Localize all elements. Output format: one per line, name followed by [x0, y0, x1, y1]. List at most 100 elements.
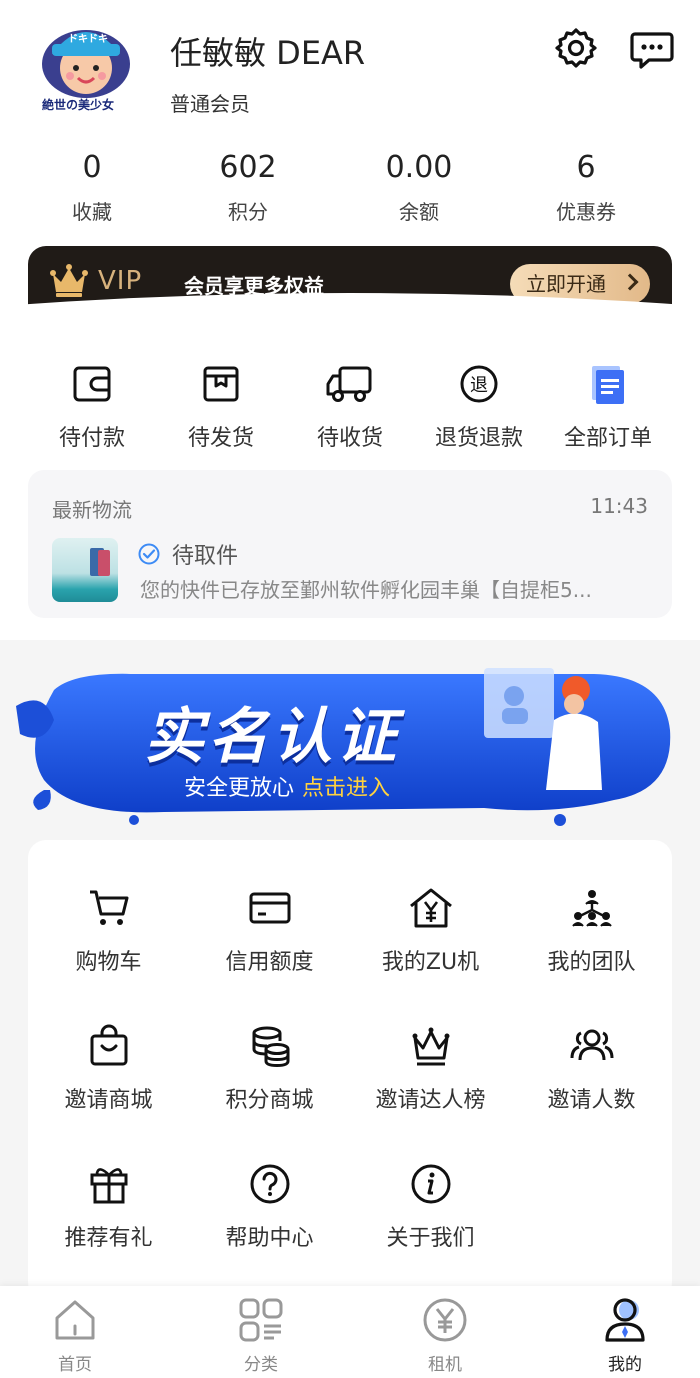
order-all[interactable]: 全部订单: [543, 362, 673, 452]
menu-label: 邀请商城: [64, 1088, 153, 1113]
menu-label: 邀请人数: [547, 1088, 636, 1113]
profile-icon: [605, 1298, 645, 1342]
yen-icon: [423, 1298, 467, 1342]
menu-label: 信用额度: [225, 950, 314, 975]
banner-subtitle: 安全更放心 点击进入: [184, 770, 390, 802]
info-icon: [411, 1164, 450, 1204]
team-icon: [571, 890, 612, 927]
stat-label: 优惠券: [556, 200, 616, 224]
cart-icon: [89, 890, 128, 925]
avatar-cap-text: ドキドキ: [68, 34, 108, 45]
menu-cart[interactable]: 购物车: [28, 886, 189, 976]
truck-icon: [326, 366, 372, 402]
menu-about-us[interactable]: 关于我们: [350, 1162, 511, 1252]
divider-curve: [0, 293, 700, 330]
order-label: 待发货: [187, 426, 254, 451]
tab-label: 我的: [608, 1355, 642, 1375]
menu-invite-ranking[interactable]: 邀请达人榜: [350, 1024, 511, 1114]
menu-label: 我的团队: [547, 950, 636, 975]
tab-mine[interactable]: 我的: [565, 1296, 685, 1375]
avatar[interactable]: ドキドキ 絶世の美少女: [38, 14, 134, 114]
user-name: 任敏敏 DEAR: [170, 34, 366, 72]
banner-sub-text: 安全更放心: [184, 776, 295, 801]
order-refund[interactable]: 退 退货退款: [414, 362, 544, 452]
phone-image: [98, 550, 110, 576]
svg-text:退: 退: [470, 375, 488, 396]
logistics-message: 您的快件已存放至鄞州软件孵化园丰巢【自提柜5...: [140, 578, 592, 602]
menu-label: 我的ZU机: [381, 950, 480, 975]
stat-value: 0: [82, 150, 102, 185]
stat-balance[interactable]: 0.00 余额: [349, 148, 489, 225]
menu-help-center[interactable]: 帮助中心: [189, 1162, 350, 1252]
gear-icon: [555, 28, 597, 68]
tab-label: 首页: [58, 1355, 92, 1375]
stat-coupons[interactable]: 6 优惠券: [516, 148, 656, 225]
stat-value: 6: [576, 150, 596, 185]
order-pending-shipment[interactable]: 待发货: [156, 362, 286, 452]
menu-label: 推荐有礼: [64, 1226, 153, 1251]
home-icon: [55, 1300, 95, 1340]
menu-points-mall[interactable]: 积分商城: [189, 1024, 350, 1114]
stats-row: 0 收藏 602 积分 0.00 余额 6 优惠券: [0, 148, 700, 228]
product-thumbnail: [52, 538, 118, 602]
service-menu: 购物车 信用额度 我的ZU机 我的团队 邀请商城 积分商城 邀请达人榜 邀请人数…: [28, 840, 672, 1300]
order-label: 退货退款: [434, 426, 523, 451]
crown-icon: [412, 1027, 449, 1066]
menu-invite-mall[interactable]: 邀请商城: [28, 1024, 189, 1114]
house-yen-icon: [409, 888, 452, 928]
tab-label: 租机: [428, 1355, 462, 1375]
order-label: 待付款: [58, 426, 125, 451]
menu-label: 购物车: [75, 950, 142, 975]
check-circle-icon: [138, 543, 160, 565]
order-pending-receipt[interactable]: 待收货: [285, 362, 415, 452]
order-pending-payment[interactable]: 待付款: [27, 362, 157, 452]
stat-label: 收藏: [72, 200, 112, 224]
menu-my-device[interactable]: 我的ZU机: [350, 886, 511, 976]
profile-section: ドキドキ 絶世の美少女 任敏敏 DEAR 普通会员 0 收藏 602 积分 0.…: [0, 0, 700, 640]
real-name-banner[interactable]: 实名认证 安全更放心 点击进入: [14, 650, 686, 830]
menu-label: 邀请达人榜: [375, 1088, 486, 1113]
menu-invite-count[interactable]: 邀请人数: [511, 1024, 672, 1114]
category-icon: [239, 1298, 283, 1342]
refund-icon: 退: [460, 365, 498, 403]
logistics-status-text: 待取件: [172, 544, 239, 569]
card-icon: [249, 892, 290, 924]
chat-icon: [630, 32, 674, 69]
chevron-right-icon: [621, 273, 639, 291]
bottom-tab-bar: 首页 分类 租机 我的: [0, 1286, 700, 1378]
stat-value: 0.00: [385, 150, 453, 185]
tab-label: 分类: [244, 1355, 278, 1375]
avatar-caption: 絶世の美少女: [42, 98, 115, 112]
settings-button[interactable]: [554, 26, 598, 70]
menu-referral-reward[interactable]: 推荐有礼: [28, 1162, 189, 1252]
gift-icon: [90, 1168, 127, 1204]
bag-icon: [90, 1024, 127, 1066]
tab-home[interactable]: 首页: [15, 1296, 135, 1375]
stat-points[interactable]: 602 积分: [178, 148, 318, 225]
stat-value: 602: [219, 150, 277, 185]
messages-button[interactable]: [630, 26, 674, 70]
order-label: 全部订单: [563, 426, 652, 451]
document-icon: [592, 366, 624, 404]
tab-rent[interactable]: 租机: [385, 1296, 505, 1375]
order-label: 待收货: [316, 426, 383, 451]
people-icon: [570, 1029, 613, 1061]
member-level: 普通会员: [170, 92, 250, 116]
wallet-icon: [73, 366, 111, 402]
tab-category[interactable]: 分类: [201, 1296, 321, 1375]
logistics-title: 最新物流: [52, 498, 132, 522]
menu-my-team[interactable]: 我的团队: [511, 886, 672, 976]
menu-label: 帮助中心: [225, 1226, 314, 1251]
menu-label: 关于我们: [386, 1226, 475, 1251]
menu-label: 积分商城: [225, 1088, 314, 1113]
stat-favorites[interactable]: 0 收藏: [22, 148, 162, 225]
banner-cta[interactable]: 点击进入: [302, 776, 390, 801]
logistics-status: 待取件: [138, 538, 238, 570]
menu-credit[interactable]: 信用额度: [189, 886, 350, 976]
coins-icon: [252, 1026, 289, 1068]
banner-title: 实名认证: [144, 702, 400, 772]
package-icon: [203, 366, 239, 402]
help-icon: [250, 1164, 289, 1204]
logistics-time: 11:43: [590, 494, 648, 518]
logistics-card[interactable]: 最新物流 11:43 待取件 您的快件已存放至鄞州软件孵化园丰巢【自提柜5...: [28, 470, 672, 618]
